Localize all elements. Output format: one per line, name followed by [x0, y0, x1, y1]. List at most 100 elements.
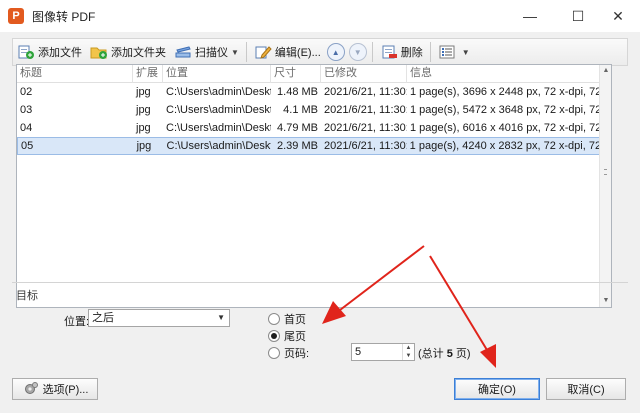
stepper-arrows-icon[interactable]: ▲ ▼	[402, 344, 414, 360]
scroll-up-icon[interactable]: ▲	[600, 65, 612, 77]
cell-title: 04	[20, 122, 33, 134]
position-select-value: 之后	[92, 312, 114, 324]
table-row[interactable]: 03 jpg C:\Users\admin\Deskt... 4.1 MB 20…	[17, 101, 601, 119]
scroll-grip-icon[interactable]	[604, 169, 607, 175]
cell-location: C:\Users\admin\Deskt...	[166, 122, 271, 134]
radio-last-page-label: 尾页	[284, 331, 306, 343]
cell-modified: 2021/6/21, 11:30:...	[324, 122, 407, 134]
cell-title: 03	[20, 104, 33, 116]
dialog-body: 添加文件 添加文件夹 扫描仪 ▼ 编辑(E)... ▲ ▼ 删除 ▼ 标题 扩展…	[0, 32, 640, 413]
target-group-label: 目标	[16, 290, 38, 302]
list-scrollbar[interactable]: ▲ ▼	[599, 65, 611, 307]
page-number-value: 5	[355, 346, 362, 358]
cell-size: 4.79 MB	[277, 122, 318, 134]
scanner-label: 扫描仪	[195, 47, 228, 59]
add-file-button[interactable]: 添加文件	[13, 40, 86, 64]
close-button[interactable]: ✕	[596, 0, 640, 32]
cell-info: 1 page(s), 6016 x 4016 px, 72 x-dpi, 72 …	[410, 122, 601, 134]
add-file-label: 添加文件	[38, 47, 82, 59]
minimize-button[interactable]: —	[508, 0, 552, 32]
total-pages-count: 5	[446, 348, 453, 360]
options-button[interactable]: 选项(P)...	[12, 378, 98, 400]
chevron-down-icon[interactable]: ▼	[217, 310, 225, 326]
add-folder-label: 添加文件夹	[111, 47, 166, 59]
options-label: 选项(P)...	[42, 384, 89, 396]
radio-last-page[interactable]: 尾页	[268, 328, 306, 344]
cell-ext: jpg	[136, 140, 152, 152]
table-row[interactable]: 04 jpg C:\Users\admin\Deskt... 4.79 MB 2…	[17, 119, 601, 137]
file-list[interactable]: 标题 扩展 位置 尺寸 已修改 信息 02 jpg C:\Users\admin…	[16, 64, 612, 308]
cell-location: C:\Users\admin\Deskt...	[166, 140, 272, 152]
edit-icon	[254, 44, 272, 60]
cell-ext: jpg	[136, 122, 151, 134]
table-row[interactable]: 02 jpg C:\Users\admin\Deskt... 1.48 MB 2…	[17, 83, 601, 101]
total-pages-text: (总计 5 页)	[418, 345, 471, 361]
target-group: 目标 位置: 之后 ▼ 首页 尾页 页码: 5 ▲ ▼ (总计 5 页)	[12, 282, 628, 374]
position-label: 位置:	[64, 316, 90, 328]
view-mode-dropdown-icon[interactable]: ▼	[462, 48, 470, 57]
delete-icon	[380, 44, 398, 60]
add-folder-button[interactable]: 添加文件夹	[86, 40, 170, 64]
add-folder-icon	[90, 44, 108, 60]
column-header-size[interactable]: 尺寸	[271, 65, 321, 83]
toolbar-separator	[245, 42, 247, 62]
delete-button[interactable]: 删除	[376, 40, 427, 64]
cell-ext: jpg	[136, 104, 151, 116]
cell-title: 02	[20, 86, 33, 98]
cell-location: C:\Users\admin\Deskt...	[166, 104, 271, 116]
list-header: 标题 扩展 位置 尺寸 已修改 信息	[17, 65, 601, 83]
view-mode-button[interactable]: ▼	[434, 40, 474, 64]
toolbar: 添加文件 添加文件夹 扫描仪 ▼ 编辑(E)... ▲ ▼ 删除 ▼	[12, 38, 628, 66]
cell-modified: 2021/6/21, 11:30:...	[324, 86, 407, 98]
cell-location: C:\Users\admin\Deskt...	[166, 86, 271, 98]
position-select[interactable]: 之后 ▼	[88, 309, 230, 327]
radio-first-page-label: 首页	[284, 314, 306, 326]
edit-label: 编辑(E)...	[274, 47, 321, 59]
cell-size: 4.1 MB	[283, 104, 318, 116]
cell-info: 1 page(s), 4240 x 2832 px, 72 x-dpi, 72 …	[409, 140, 600, 152]
maximize-button[interactable]: ☐	[556, 0, 600, 32]
add-file-icon	[17, 44, 35, 60]
ok-button[interactable]: 确定(O)	[454, 378, 540, 400]
column-header-location[interactable]: 位置	[163, 65, 271, 83]
column-header-title[interactable]: 标题	[17, 65, 133, 83]
cancel-button[interactable]: 取消(C)	[546, 378, 626, 400]
toolbar-separator	[371, 42, 373, 62]
cell-info: 1 page(s), 3696 x 2448 px, 72 x-dpi, 72 …	[410, 86, 601, 98]
scanner-dropdown-icon[interactable]: ▼	[231, 48, 239, 57]
cell-title: 05	[21, 140, 34, 152]
column-header-modified[interactable]: 已修改	[321, 65, 407, 83]
edit-button[interactable]: 编辑(E)...	[250, 40, 325, 64]
title-bar: P 图像转 PDF — ☐ ✕	[0, 0, 640, 32]
total-prefix: (总计	[418, 348, 444, 360]
column-header-ext[interactable]: 扩展	[133, 65, 163, 83]
scanner-icon	[174, 44, 192, 60]
cell-info: 1 page(s), 5472 x 3648 px, 72 x-dpi, 72 …	[410, 104, 601, 116]
move-up-icon[interactable]: ▲	[326, 43, 345, 61]
radio-page-number[interactable]: 页码:	[268, 345, 309, 361]
window-title: 图像转 PDF	[32, 9, 96, 24]
cell-modified: 2021/6/21, 11:30:...	[324, 104, 407, 116]
radio-first-page-indicator[interactable]	[268, 313, 280, 325]
dialog-footer: 选项(P)... 确定(O) 取消(C)	[0, 372, 640, 413]
radio-last-page-indicator[interactable]	[268, 330, 280, 342]
delete-label: 删除	[400, 47, 423, 59]
cell-size: 2.39 MB	[277, 140, 318, 152]
radio-page-number-label: 页码:	[284, 348, 310, 360]
scanner-button[interactable]: 扫描仪 ▼	[170, 40, 243, 64]
column-header-info[interactable]: 信息	[407, 65, 601, 83]
gear-icon	[22, 381, 40, 397]
list-rows: 02 jpg C:\Users\admin\Deskt... 1.48 MB 2…	[17, 83, 601, 155]
radio-first-page[interactable]: 首页	[268, 311, 306, 327]
page-number-stepper[interactable]: 5 ▲ ▼	[351, 343, 415, 361]
app-icon: P	[8, 8, 24, 24]
cell-size: 1.48 MB	[277, 86, 318, 98]
move-down-icon[interactable]: ▼	[348, 43, 367, 61]
cell-modified: 2021/6/21, 11:30:...	[323, 140, 407, 152]
toolbar-separator	[429, 42, 431, 62]
table-row-selected[interactable]: 05 jpg C:\Users\admin\Deskt... 2.39 MB 2…	[17, 137, 601, 155]
radio-page-number-indicator[interactable]	[268, 347, 280, 359]
total-suffix: 页)	[455, 348, 471, 360]
list-view-icon	[438, 44, 456, 60]
cell-ext: jpg	[136, 86, 151, 98]
